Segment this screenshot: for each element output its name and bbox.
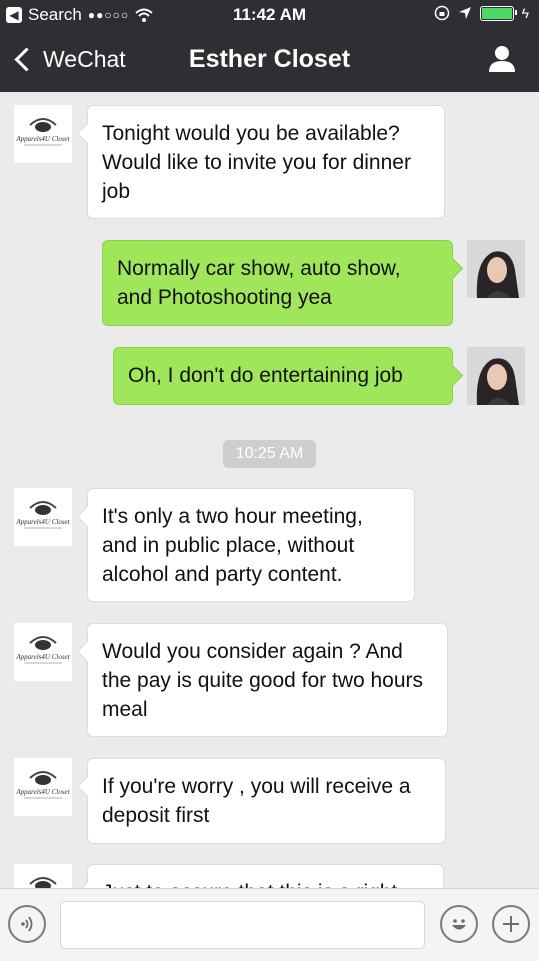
- brand-logo: Apparels4U Closet: [15, 501, 71, 529]
- rotation-lock-icon: [434, 5, 449, 21]
- status-right: ϟ: [434, 5, 529, 21]
- message-bubble-incoming[interactable]: Just to assure that this is a right: [87, 864, 444, 888]
- brand-logo: Apparels4U Closet: [15, 771, 71, 799]
- voice-button[interactable]: [8, 905, 46, 943]
- svg-text:Apparels4U Closet: Apparels4U Closet: [15, 788, 70, 796]
- emoji-button[interactable]: [440, 905, 478, 943]
- voice-icon: [21, 916, 33, 932]
- nav-bar: WeChat Esther Closet: [0, 30, 539, 92]
- input-bar: [0, 888, 539, 961]
- self-avatar[interactable]: [467, 240, 525, 298]
- timestamp-divider: 10:25 AM: [223, 440, 316, 468]
- contact-avatar[interactable]: Apparels4U Closet: [14, 864, 72, 888]
- person-icon[interactable]: [487, 44, 517, 74]
- status-bar: ◀ Search ●●○○○ 11:42 AM ϟ: [0, 0, 539, 30]
- battery-icon: [479, 5, 517, 21]
- message-bubble-outgoing[interactable]: Normally car show, auto show, and Photos…: [102, 240, 453, 326]
- message-bubble-incoming[interactable]: Tonight would you be available? Would li…: [87, 105, 445, 219]
- message-input[interactable]: [60, 901, 425, 949]
- plus-icon: [503, 916, 519, 932]
- brand-logo: Apparels4U Closet: [15, 636, 71, 664]
- self-photo: [467, 347, 525, 405]
- self-avatar[interactable]: [467, 347, 525, 405]
- emoji-icon: [452, 919, 466, 930]
- svg-text:Apparels4U Closet: Apparels4U Closet: [15, 653, 70, 661]
- charging-icon: ϟ: [521, 5, 529, 21]
- message-bubble-outgoing[interactable]: Oh, I don't do entertaining job: [113, 347, 453, 405]
- contact-avatar[interactable]: Apparels4U Closet: [14, 758, 72, 816]
- message-bubble-incoming[interactable]: Would you consider again ? And the pay i…: [87, 623, 448, 737]
- brand-logo: Apparels4U Closet: [29, 877, 57, 888]
- contact-avatar[interactable]: Apparels4U Closet: [14, 105, 72, 163]
- self-photo: [467, 240, 525, 298]
- message-bubble-incoming[interactable]: It's only a two hour meeting, and in pub…: [87, 488, 415, 602]
- svg-text:Apparels4U Closet: Apparels4U Closet: [15, 135, 70, 143]
- more-button[interactable]: [492, 905, 530, 943]
- location-icon: [458, 7, 471, 19]
- contact-avatar[interactable]: Apparels4U Closet: [14, 488, 72, 546]
- contact-avatar[interactable]: Apparels4U Closet: [14, 623, 72, 681]
- message-bubble-incoming[interactable]: If you're worry , you will receive a dep…: [87, 758, 446, 844]
- brand-logo: Apparels4U Closet: [15, 118, 71, 146]
- message-list[interactable]: Apparels4U Closet Tonight would you be a…: [0, 92, 539, 888]
- svg-text:Apparels4U Closet: Apparels4U Closet: [15, 518, 70, 526]
- chat-title: Esther Closet: [188, 45, 351, 73]
